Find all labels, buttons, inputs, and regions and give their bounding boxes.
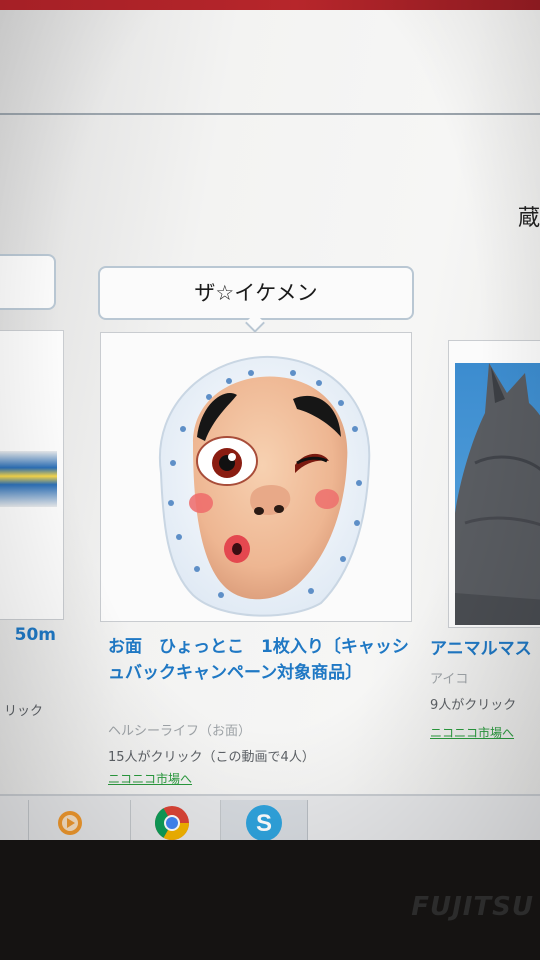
product-seller: ヘルシーライフ（お面） xyxy=(108,724,252,739)
product-bubble-left xyxy=(0,254,56,310)
header-divider xyxy=(0,113,540,115)
chrome-icon xyxy=(154,806,189,840)
taskbar-chrome[interactable] xyxy=(130,800,212,840)
product-click-count-right: 9人がクリック xyxy=(430,698,517,713)
product-image-hyottoko-mask[interactable] xyxy=(100,332,412,622)
laptop-brand-logo: FUJITSU xyxy=(411,892,534,922)
hyottoko-mask-icon xyxy=(158,355,371,617)
horse-head-icon xyxy=(455,363,540,625)
product-click-count: 15人がクリック（この動画で4人） xyxy=(108,750,315,765)
product-title-left[interactable]: 50m xyxy=(0,622,56,648)
product-seller-right: アイコ xyxy=(430,672,469,687)
browser-screen: 蔵 50m リック ザ☆イケメン お面 ひょっとこ 1枚入り〔キャッシュバックキ… xyxy=(0,10,540,840)
product-image-animal-mask[interactable] xyxy=(448,340,540,628)
product-title-right[interactable]: アニマルマス xyxy=(430,636,540,662)
product-bubble-label: ザ☆イケメン xyxy=(98,266,414,320)
taskbar-skype[interactable]: S xyxy=(220,800,308,840)
product-click-count-left: リック xyxy=(4,704,44,719)
product-title-link[interactable]: お面 ひょっとこ 1枚入り〔キャッシュバックキャンペーン対象商品〕 xyxy=(108,634,418,686)
svg-text:S: S xyxy=(256,810,272,837)
product-image-left[interactable] xyxy=(0,330,64,620)
niconico-market-link-right[interactable]: ニコニコ市場へ xyxy=(430,724,514,741)
horse-mask-image xyxy=(455,363,540,625)
header-right-text: 蔵 xyxy=(518,206,540,231)
niconico-market-link[interactable]: ニコニコ市場へ xyxy=(108,770,192,787)
windows-taskbar: S xyxy=(0,794,540,840)
skype-icon: S xyxy=(246,805,282,840)
media-player-icon xyxy=(57,811,82,835)
taskbar-media-player[interactable] xyxy=(28,800,110,840)
product-image-left-graphic xyxy=(0,451,57,507)
